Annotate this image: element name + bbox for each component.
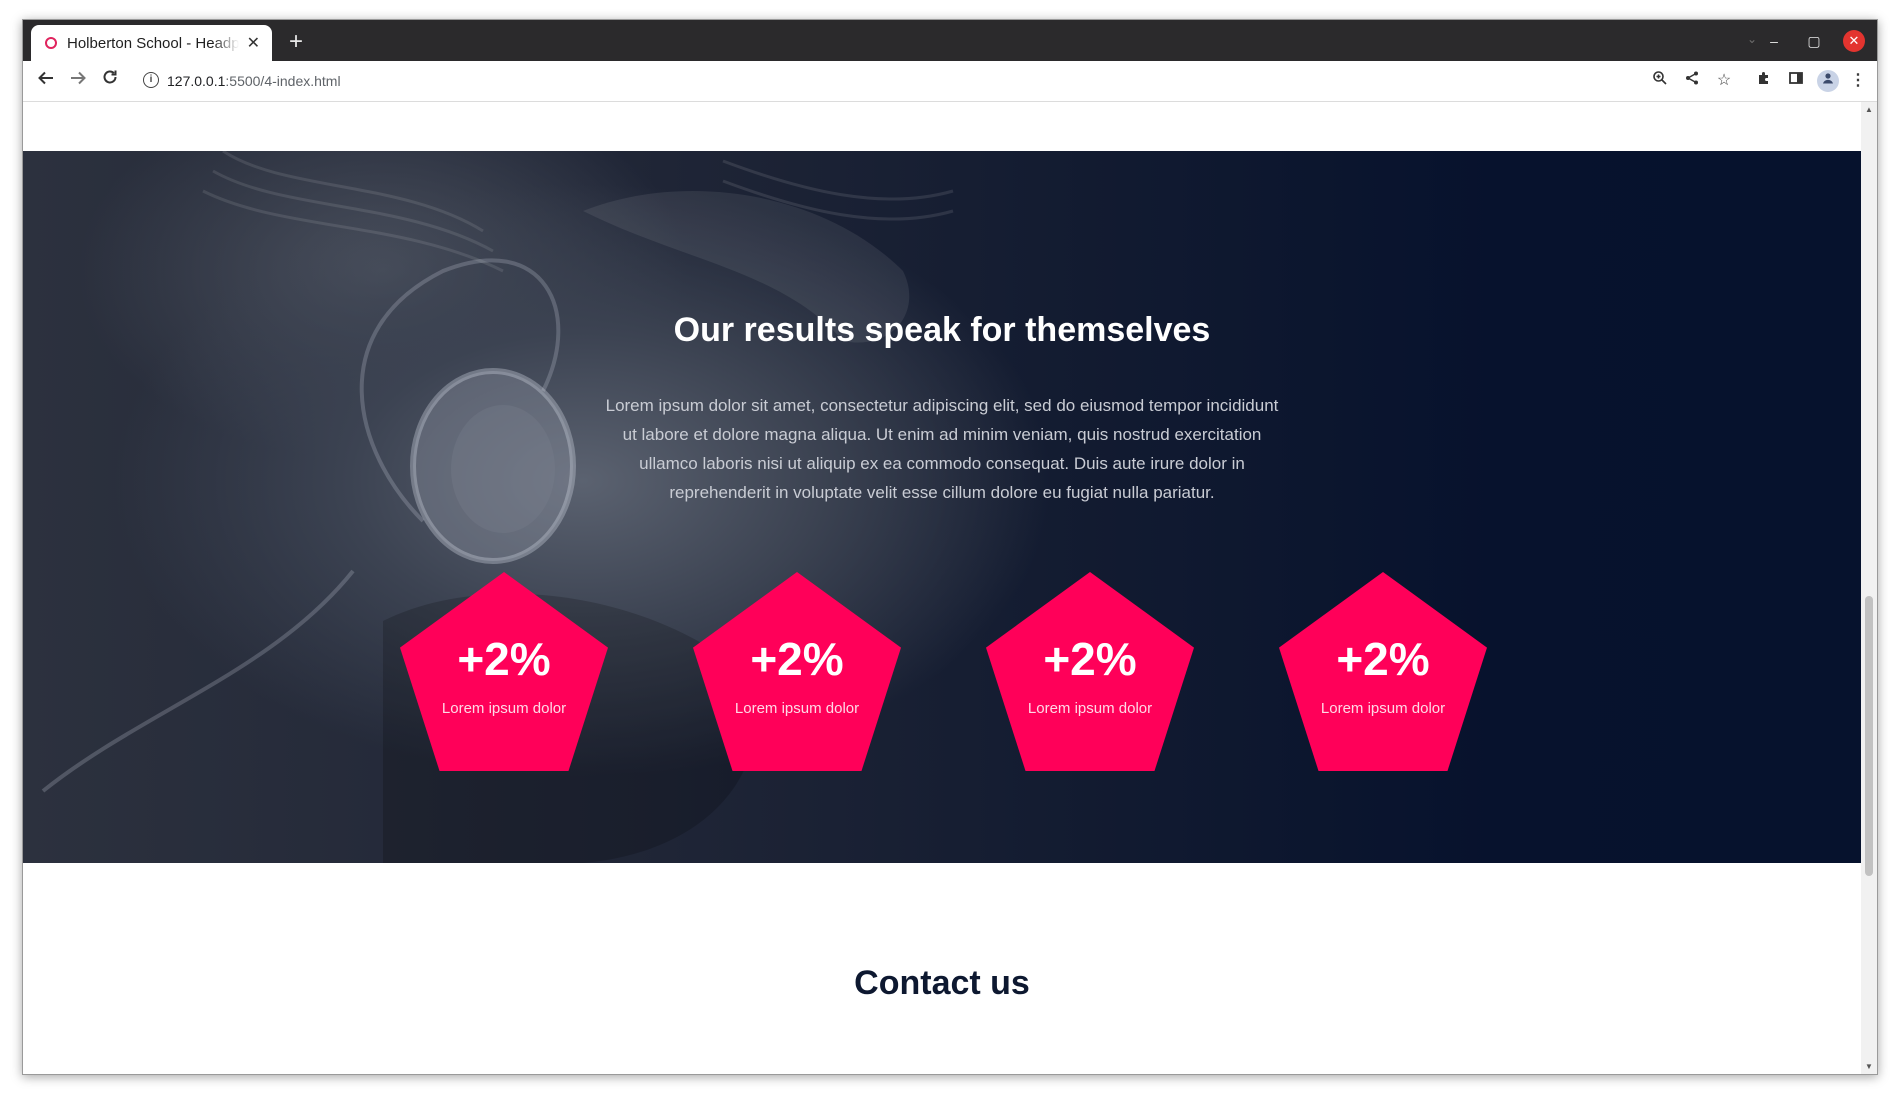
tab-title: Holberton School - Headphones [67, 34, 239, 52]
scroll-down-icon[interactable]: ▼ [1865, 1062, 1873, 1071]
tab-close-icon[interactable]: ✕ [247, 33, 260, 53]
url-text[interactable]: 127.0.0.1:5500/4-index.html [167, 73, 341, 89]
window-close-button[interactable]: ✕ [1843, 30, 1865, 52]
tab-strip: Holberton School - Headphones ✕ + ⌄ – ▢ … [23, 20, 1877, 61]
results-title: Our results speak for themselves [673, 311, 1211, 349]
reload-button[interactable] [97, 68, 123, 94]
stat-label: Lorem ipsum dolor [1027, 700, 1153, 717]
profile-icon[interactable] [1817, 70, 1839, 92]
headphones-background-image [41, 151, 954, 863]
results-paragraph: Lorem ipsum dolor sit amet, consectetur … [605, 396, 1279, 502]
arrow-right-icon [71, 71, 86, 85]
browser-toolbar: i 127.0.0.1:5500/4-index.html ☆ ⋮ [23, 61, 1877, 102]
info-icon[interactable]: i [143, 72, 159, 88]
url-path: :5500/4-index.html [225, 73, 341, 89]
maximize-button[interactable]: ▢ [1801, 28, 1827, 54]
scrollbar-thumb[interactable] [1865, 596, 1873, 876]
tab-search-icon[interactable]: ⌄ [1747, 32, 1757, 46]
url-host: 127.0.0.1 [167, 73, 226, 89]
stat-label: Lorem ipsum dolor [441, 700, 567, 717]
stat-value: +2% [457, 633, 551, 685]
stat-value: +2% [750, 633, 844, 685]
stat-label: Lorem ipsum dolor [734, 700, 860, 717]
stat-value: +2% [1336, 633, 1430, 685]
contact-title: Contact us [854, 964, 1030, 1002]
stat-label: Lorem ipsum dolor [1320, 700, 1446, 717]
favicon-icon [45, 37, 57, 49]
back-button[interactable] [33, 68, 59, 94]
side-panel-icon[interactable] [1785, 70, 1807, 92]
results-section: Our results speak for themselves Lorem i… [23, 151, 1861, 863]
kebab-menu-icon[interactable]: ⋮ [1847, 70, 1869, 92]
address-bar[interactable]: i 127.0.0.1:5500/4-index.html [133, 66, 1592, 96]
puzzle-icon[interactable] [1753, 70, 1775, 92]
share-icon[interactable] [1681, 70, 1703, 92]
tab-active[interactable]: Holberton School - Headphones ✕ [31, 25, 272, 61]
arrow-left-icon [38, 71, 53, 85]
browser-window: Holberton School - Headphones ✕ + ⌄ – ▢ … [22, 19, 1878, 1075]
star-icon[interactable]: ☆ [1713, 70, 1735, 92]
stat-value: +2% [1043, 633, 1137, 685]
zoom-icon[interactable] [1649, 70, 1671, 92]
scroll-up-icon[interactable]: ▲ [1865, 105, 1873, 114]
minimize-button[interactable]: – [1761, 28, 1787, 54]
new-tab-button[interactable]: + [282, 29, 310, 57]
vertical-scrollbar[interactable]: ▲ ▼ [1861, 102, 1877, 1074]
reload-icon [103, 70, 117, 84]
forward-button[interactable] [65, 68, 91, 94]
page-viewport: Our results speak for themselves Lorem i… [23, 102, 1861, 1074]
